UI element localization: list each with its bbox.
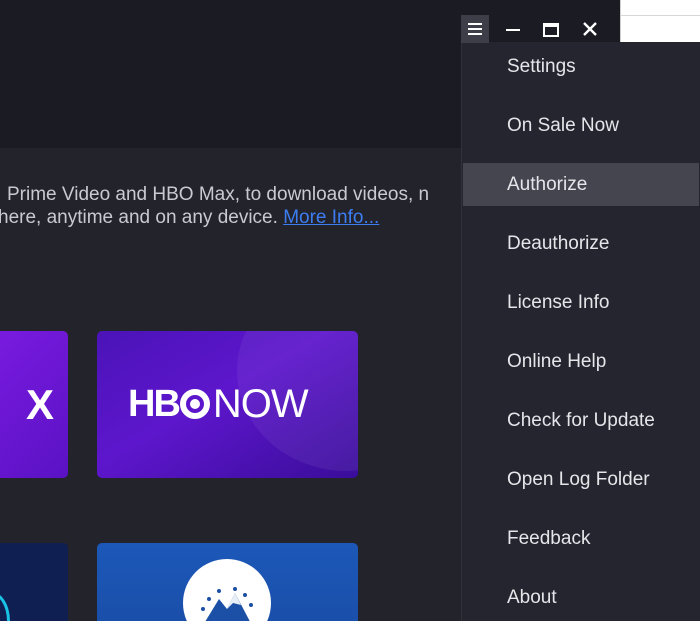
paramount-tile[interactable] bbox=[97, 543, 358, 621]
service-logo-fragment: X bbox=[25, 381, 54, 428]
menu-item-open-log-folder[interactable]: Open Log Folder bbox=[463, 458, 699, 501]
service-logo-arc-icon bbox=[0, 591, 10, 621]
menu-item-deauthorize[interactable]: Deauthorize bbox=[463, 222, 699, 265]
menu-item-on-sale-now[interactable]: On Sale Now bbox=[463, 104, 699, 147]
hbo-now-tile[interactable]: HB NOW bbox=[97, 331, 358, 478]
menu-item-about[interactable]: About bbox=[463, 576, 699, 619]
partial-dark-service-tile[interactable] bbox=[0, 543, 68, 621]
dropdown-menu: Settings On Sale Now Authorize Deauthorize L… bbox=[461, 42, 700, 621]
menu-item-license-info[interactable]: License Info bbox=[463, 281, 699, 324]
close-icon[interactable] bbox=[576, 15, 604, 43]
menu-item-settings[interactable]: Settings bbox=[463, 45, 699, 88]
service-description: Prime Video and HBO Max, to download vid… bbox=[0, 183, 470, 229]
paramount-mountain-icon bbox=[201, 587, 253, 621]
maximize-icon[interactable] bbox=[537, 15, 565, 43]
menu-item-authorize[interactable]: Authorize bbox=[463, 163, 699, 206]
minimize-icon[interactable] bbox=[500, 15, 528, 43]
menu-item-online-help[interactable]: Online Help bbox=[463, 340, 699, 383]
more-info-link[interactable]: More Info... bbox=[283, 207, 379, 228]
description-line-1: Prime Video and HBO Max, to download vid… bbox=[7, 184, 430, 205]
menu-item-check-for-update[interactable]: Check for Update bbox=[463, 399, 699, 442]
hbo-now-logo: HB NOW bbox=[128, 382, 309, 426]
hamburger-menu-icon[interactable] bbox=[461, 15, 489, 43]
description-line-2: here, anytime and on any device. More In… bbox=[0, 207, 380, 228]
background-window-strip bbox=[620, 0, 700, 42]
partial-purple-service-tile[interactable]: X bbox=[0, 331, 68, 478]
menu-item-feedback[interactable]: Feedback bbox=[463, 517, 699, 560]
